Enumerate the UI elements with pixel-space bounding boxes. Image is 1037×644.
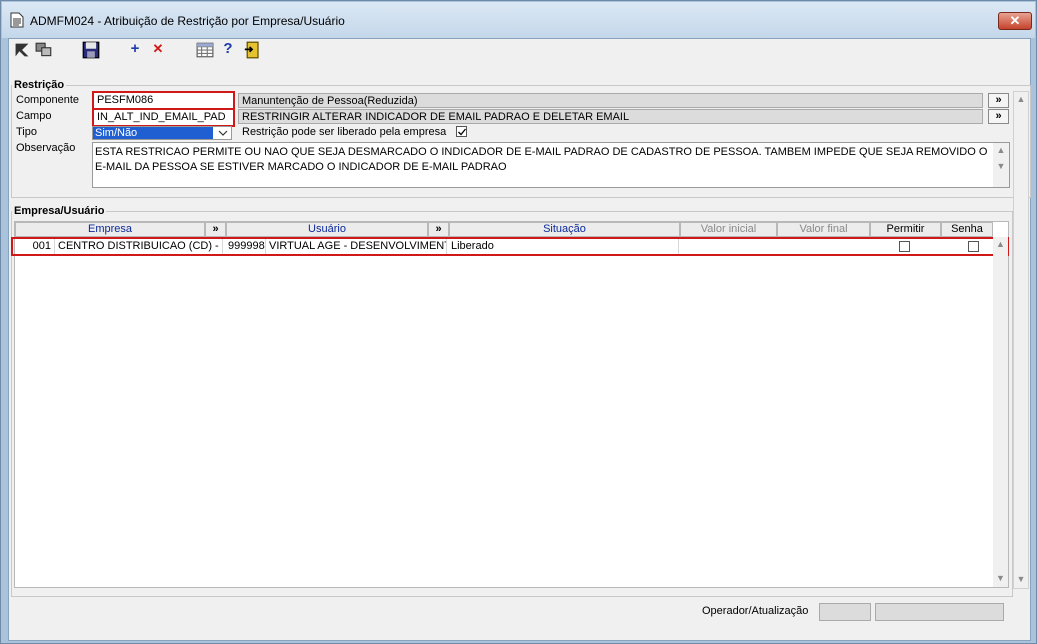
col-header-valor-final[interactable]: Valor final bbox=[777, 222, 870, 237]
operador-label: Operador/Atualização bbox=[702, 605, 809, 617]
componente-label: Componente bbox=[16, 94, 79, 106]
componente-description: Manuntenção de Pessoa(Reduzida) bbox=[238, 93, 983, 108]
atualizacao-field bbox=[875, 603, 1004, 621]
campo-expand-button[interactable]: » bbox=[988, 109, 1009, 124]
col-header-permitir[interactable]: Permitir bbox=[870, 222, 941, 237]
tipo-select-value: Sim/Não bbox=[93, 127, 213, 139]
usuario-expand-button[interactable]: » bbox=[428, 222, 449, 237]
check-icon bbox=[458, 128, 467, 136]
grid-scrollbar[interactable]: ▲ ▼ bbox=[993, 237, 1008, 587]
tipo-label: Tipo bbox=[16, 126, 37, 138]
grid-icon[interactable] bbox=[196, 41, 214, 59]
help-button[interactable]: ? bbox=[219, 40, 237, 58]
campo-label: Campo bbox=[16, 110, 52, 122]
title-bar: ADMFM024 - Atribuição de Restrição por E… bbox=[2, 2, 1035, 38]
client-area: + ✕ ? Restrição Componente PESFM086 Manu… bbox=[8, 38, 1031, 641]
delete-button[interactable]: ✕ bbox=[149, 40, 167, 58]
operador-field bbox=[819, 603, 871, 621]
toolbar: + ✕ ? bbox=[9, 39, 1030, 61]
col-header-senha[interactable]: Senha bbox=[941, 222, 993, 237]
campo-input[interactable]: IN_ALT_IND_EMAIL_PAD bbox=[92, 108, 235, 127]
liberado-checkbox[interactable] bbox=[456, 126, 467, 137]
windows-icon[interactable] bbox=[35, 41, 53, 59]
pointer-icon[interactable] bbox=[13, 41, 31, 59]
window-title: ADMFM024 - Atribuição de Restrição por E… bbox=[30, 14, 345, 28]
observacao-text: ESTA RESTRICAO PERMITE OU NAO QUE SEJA D… bbox=[95, 146, 988, 173]
table-row[interactable]: 001 CENTRO DISTRIBUICAO (CD) - FAT 99999… bbox=[11, 237, 1009, 256]
componente-expand-button[interactable]: » bbox=[988, 93, 1009, 108]
chevron-down-icon bbox=[218, 130, 228, 136]
row-empresa-code: 001 bbox=[15, 239, 55, 254]
observacao-scrollbar[interactable]: ▲ ▼ bbox=[993, 143, 1009, 187]
row-permitir-checkbox[interactable] bbox=[899, 241, 910, 252]
row-usuario-code: 999998 bbox=[228, 239, 266, 254]
form-scrollbar[interactable]: ▲ ▼ bbox=[1013, 91, 1029, 589]
liberado-label: Restrição pode ser liberado pela empresa bbox=[242, 126, 447, 138]
empresa-expand-button[interactable]: » bbox=[205, 222, 226, 237]
row-senha-checkbox[interactable] bbox=[968, 241, 979, 252]
exit-door-icon[interactable] bbox=[243, 41, 261, 59]
col-header-usuario[interactable]: Usuário bbox=[226, 222, 428, 237]
observacao-label: Observação bbox=[16, 142, 76, 154]
col-header-situacao[interactable]: Situação bbox=[449, 222, 680, 237]
col-header-valor-inicial[interactable]: Valor inicial bbox=[680, 222, 777, 237]
empresa-usuario-grid: Empresa » Usuário » Situação Valor inici… bbox=[11, 221, 1009, 588]
tipo-select[interactable]: Sim/Não bbox=[92, 126, 232, 140]
close-button[interactable]: ✕ bbox=[998, 12, 1032, 30]
row-situacao[interactable]: Liberado bbox=[449, 239, 679, 254]
campo-description: RESTRINGIR ALTERAR INDICADOR DE EMAIL PA… bbox=[238, 109, 983, 124]
application-window: ADMFM024 - Atribuição de Restrição por E… bbox=[0, 0, 1037, 644]
row-empresa-name: CENTRO DISTRIBUICAO (CD) - FAT bbox=[58, 239, 223, 254]
save-icon[interactable] bbox=[82, 41, 100, 59]
empresa-usuario-group-label: Empresa/Usuário bbox=[12, 205, 107, 217]
restricao-group-label: Restrição bbox=[12, 79, 67, 91]
observacao-textarea[interactable]: ESTA RESTRICAO PERMITE OU NAO QUE SEJA D… bbox=[92, 142, 1010, 188]
document-icon bbox=[10, 12, 24, 28]
row-usuario-name: VIRTUAL AGE - DESENVOLVIMENTO bbox=[269, 239, 447, 254]
col-header-empresa[interactable]: Empresa bbox=[15, 222, 205, 237]
add-button[interactable]: + bbox=[126, 40, 144, 58]
